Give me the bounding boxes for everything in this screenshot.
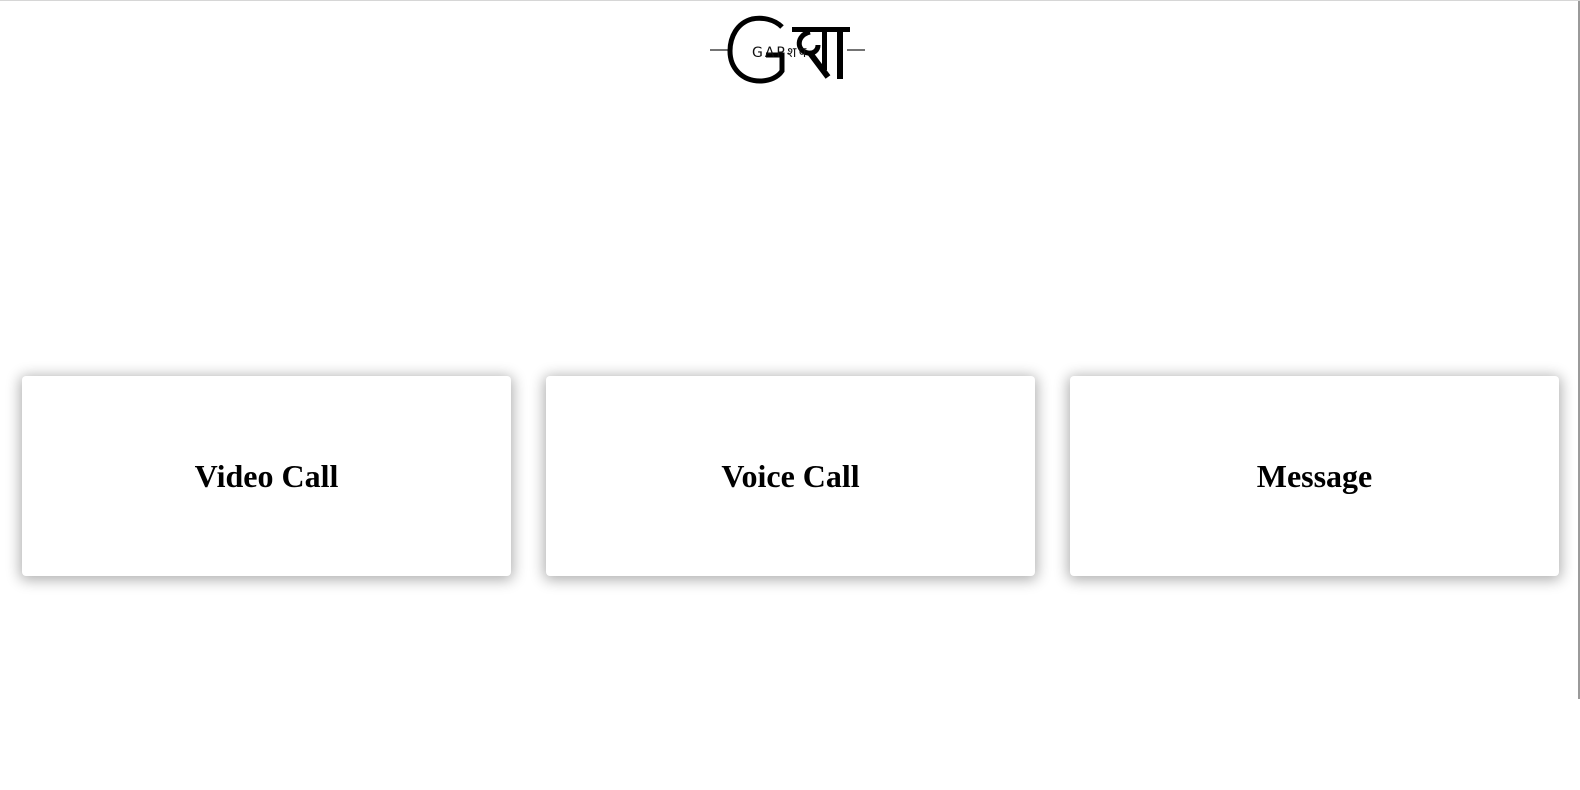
app-page: GAPशप Video Call Voice Call Message xyxy=(0,0,1580,790)
app-logo: GAPशप xyxy=(710,13,870,89)
video-call-card[interactable]: Video Call xyxy=(22,376,511,576)
voice-call-label: Voice Call xyxy=(721,457,860,494)
video-call-label: Video Call xyxy=(194,457,339,494)
message-label: Message xyxy=(1256,457,1373,494)
logo-brand-text: GAPशप xyxy=(752,45,809,61)
voice-call-card[interactable]: Voice Call xyxy=(546,376,1035,576)
action-cards: Video Call Voice Call Message xyxy=(22,376,1559,576)
message-card[interactable]: Message xyxy=(1070,376,1559,576)
